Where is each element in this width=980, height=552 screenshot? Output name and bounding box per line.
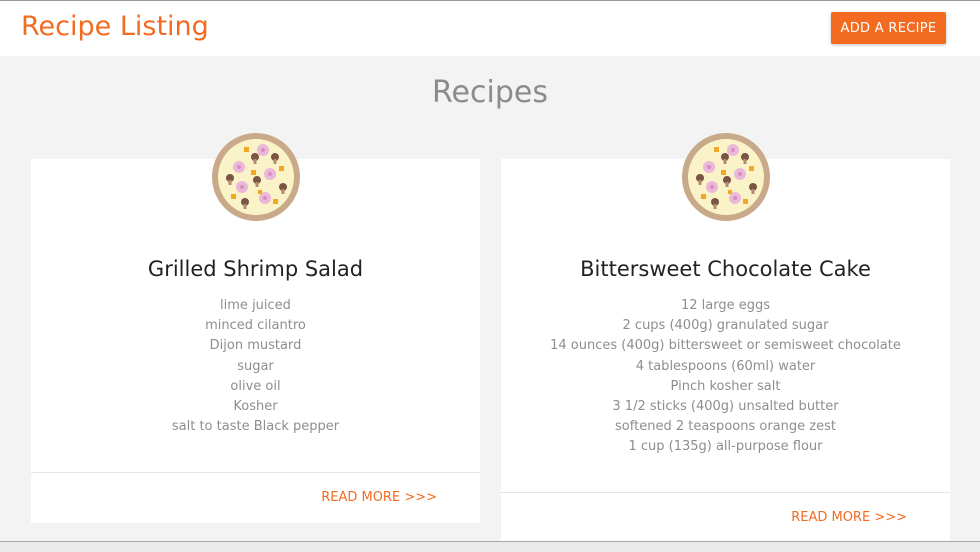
pizza-icon: [212, 133, 300, 221]
recipe-card: Grilled Shrimp Salad lime juiced minced …: [31, 133, 480, 523]
read-more-link[interactable]: READ MORE >>>: [321, 490, 437, 505]
brand-title[interactable]: Recipe Listing: [21, 11, 209, 43]
recipe-title: Bittersweet Chocolate Cake: [580, 257, 871, 281]
ingredient-item: 4 tablespoons (60ml) water: [635, 358, 816, 374]
ingredient-item: minced cilantro: [205, 318, 306, 334]
top-header: Recipe Listing ADD A RECIPE: [0, 0, 980, 56]
ingredient-list: 12 large eggs 2 cups (400g) granulated s…: [501, 296, 950, 458]
card-footer: READ MORE >>>: [501, 492, 950, 543]
ingredient-item: Pinch kosher salt: [670, 378, 781, 394]
bottom-scroll-edge: [0, 541, 980, 552]
ingredient-item: 3 1/2 sticks (400g) unsalted butter: [612, 398, 839, 414]
read-more-link[interactable]: READ MORE >>>: [791, 510, 907, 525]
card-footer: READ MORE >>>: [31, 472, 480, 523]
add-recipe-button[interactable]: ADD A RECIPE: [831, 12, 946, 44]
ingredient-item: olive oil: [230, 378, 281, 394]
ingredient-item: softened 2 teaspoons orange zest: [615, 419, 836, 435]
recipe-title: Grilled Shrimp Salad: [147, 257, 364, 281]
ingredient-item: salt to taste Black pepper: [171, 419, 340, 435]
ingredient-list: lime juiced minced cilantro Dijon mustar…: [31, 296, 480, 437]
recipe-card: Bittersweet Chocolate Cake 12 large eggs…: [501, 133, 950, 543]
ingredient-item: 2 cups (400g) granulated sugar: [622, 318, 829, 334]
pizza-icon: [682, 133, 770, 221]
ingredient-item: Dijon mustard: [209, 338, 302, 354]
ingredient-item: 1 cup (135g) all-purpose flour: [628, 439, 823, 455]
ingredient-item: sugar: [237, 358, 274, 374]
ingredient-item: Kosher: [233, 398, 278, 414]
ingredient-item: 14 ounces (400g) bittersweet or semiswee…: [550, 338, 901, 354]
ingredient-item: 12 large eggs: [680, 298, 771, 313]
ingredient-item: lime juiced: [220, 298, 291, 313]
page-title: Recipes: [432, 75, 548, 110]
